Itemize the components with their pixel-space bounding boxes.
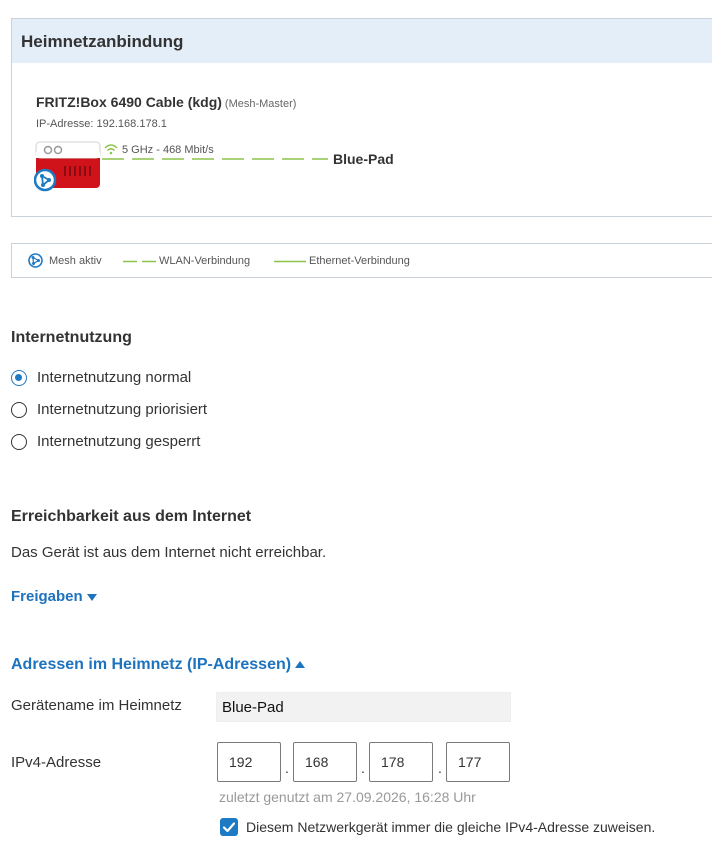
freigaben-label: Freigaben <box>11 588 83 605</box>
legend-bar: Mesh aktiv WLAN-Verbindung Ethernet-Verb… <box>11 243 712 278</box>
radio-internet-gesperrt[interactable]: Internetnutzung gesperrt <box>11 431 231 453</box>
same-ip-label[interactable]: Diesem Netzwerkgerät immer die gleiche I… <box>246 819 655 835</box>
heimnetz-panel-title: Heimnetzanbindung <box>21 32 184 51</box>
addresses-toggle[interactable]: Adressen im Heimnetz (IP-Adressen) <box>11 656 306 674</box>
last-used-text: zuletzt genutzt am 27.09.2026, 16:28 Uhr <box>219 789 476 805</box>
radio-button[interactable] <box>11 370 27 386</box>
addresses-heading: Adressen im Heimnetz (IP-Adressen) <box>11 656 292 673</box>
same-ip-checkbox[interactable] <box>220 818 238 836</box>
device-name-label: Gerätename im Heimnetz <box>11 697 182 714</box>
radio-button[interactable] <box>11 434 27 450</box>
legend-wlan-label: WLAN-Verbindung <box>159 255 251 267</box>
freigaben-toggle[interactable]: Freigaben <box>11 588 97 605</box>
ipv4-dot: . <box>361 760 365 776</box>
internet-usage-heading: Internetnutzung <box>11 329 132 346</box>
radio-internet-priorisiert[interactable]: Internetnutzung priorisiert <box>11 399 241 421</box>
reachability-text: Das Gerät ist aus dem Internet nicht err… <box>11 544 327 561</box>
legend-ethernet-label: Ethernet-Verbindung <box>309 255 410 267</box>
chevron-up-icon <box>295 661 306 669</box>
device-name-text: FRITZ!Box 6490 Cable (kdg) <box>36 94 222 110</box>
device-name-input[interactable] <box>216 692 511 722</box>
device-role: (Mesh-Master) <box>224 98 297 110</box>
mesh-icon <box>28 253 43 268</box>
chevron-down-icon <box>86 593 97 601</box>
legend-mesh-label: Mesh aktiv <box>49 255 102 267</box>
ipv4-octet-3[interactable] <box>369 742 433 782</box>
ipv4-dot: . <box>438 760 442 776</box>
wlan-connection-label: 5 GHz - 468 Mbit/s <box>122 144 214 156</box>
wlan-connection-line <box>102 158 328 160</box>
legend-ethernet-line <box>274 260 306 263</box>
reachability-heading: Erreichbarkeit aus dem Internet <box>11 508 252 525</box>
ipv4-octet-4[interactable] <box>446 742 510 782</box>
radio-label: Internetnutzung normal <box>37 369 192 386</box>
legend-wlan-line <box>123 260 157 263</box>
radio-label: Internetnutzung gesperrt <box>37 433 201 450</box>
device-name: FRITZ!Box 6490 Cable (kdg) (Mesh-Master) <box>36 94 296 110</box>
wifi-icon <box>104 144 118 155</box>
ipv4-octet-1[interactable] <box>217 742 281 782</box>
radio-label: Internetnutzung priorisiert <box>37 401 208 418</box>
radio-button[interactable] <box>11 402 27 418</box>
heimnetz-panel-header: Heimnetzanbindung <box>12 19 712 63</box>
ipv4-dot: . <box>285 760 289 776</box>
device-ip: IP-Adresse: 192.168.178.1 <box>36 118 167 130</box>
router-icon[interactable] <box>34 140 102 192</box>
ipv4-octet-2[interactable] <box>293 742 357 782</box>
client-device-name[interactable]: Blue-Pad <box>333 151 394 167</box>
checkmark-icon <box>222 822 236 833</box>
radio-internet-normal[interactable]: Internetnutzung normal <box>11 367 231 389</box>
ipv4-label: IPv4-Adresse <box>11 754 102 771</box>
